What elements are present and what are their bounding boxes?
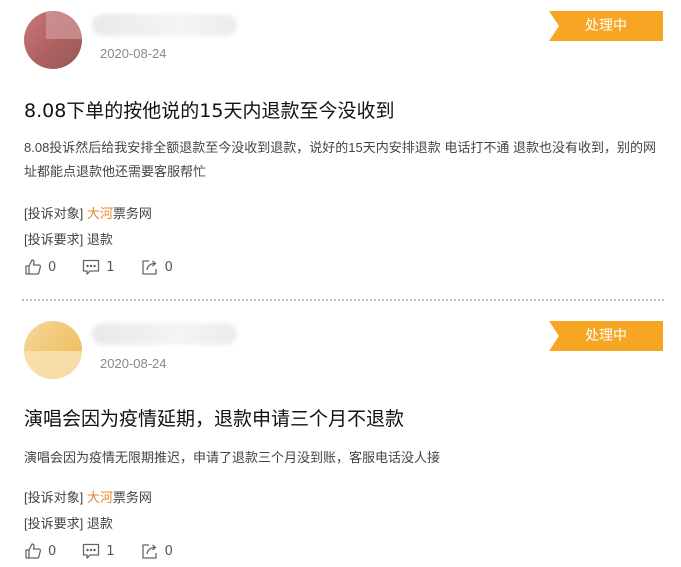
complaint-request: [投诉要求] 退款 [24,229,113,248]
share-count: 0 [164,259,173,275]
share-icon [141,544,157,559]
post-date: 2020-08-24 [100,356,167,371]
like-button[interactable]: 0 [24,542,56,560]
complaint-request: [投诉要求] 退款 [24,513,113,532]
complaint-target: [投诉对象] 大河票务网 [24,487,152,506]
target-label: [投诉对象] [24,490,84,505]
share-button[interactable]: 0 [141,542,173,560]
comment-button[interactable]: 1 [82,258,115,276]
target-highlight[interactable]: 大河 [87,490,113,505]
request-value: 退款 [86,232,113,247]
avatar[interactable] [24,321,82,379]
target-name: 票务网 [112,206,152,221]
action-bar: 0 1 0 [24,258,173,276]
complaint-card[interactable]: 2020-08-24 处理中 演唱会因为疫情延期，退款申请三个月不退款 演唱会因… [0,300,681,567]
complaint-body: 8.08投诉然后给我安排全额退款至今没收到退款，说好的15天内安排退款 电话打不… [24,140,656,179]
request-label: [投诉要求] [24,516,84,531]
action-bar: 0 1 0 [24,542,173,560]
comment-button[interactable]: 1 [82,542,115,560]
status-badge: 处理中 [549,11,663,41]
thumbs-up-icon [25,543,42,559]
complaint-card[interactable]: 2020-08-24 处理中 8.08下单的按他说的15天内退款至今没收到 8.… [0,0,681,300]
blurred-username [92,14,237,36]
target-highlight[interactable]: 大河 [87,206,113,221]
request-value: 退款 [86,516,113,531]
thumbs-up-icon [25,259,42,275]
comment-icon [83,259,100,275]
comment-icon [83,543,100,559]
like-button[interactable]: 0 [24,258,56,276]
complaint-body: 演唱会因为疫情无限期推迟，申请了退款三个月没到账，客服电话没人接 [24,450,441,465]
like-count: 0 [48,259,57,275]
share-icon [141,260,157,275]
like-count: 0 [48,543,57,559]
target-name: 票务网 [112,490,152,505]
complaint-target: [投诉对象] 大河票务网 [24,203,152,222]
share-count: 0 [164,543,173,559]
share-button[interactable]: 0 [141,258,173,276]
comment-count: 1 [106,259,115,275]
blurred-username [92,323,237,345]
target-label: [投诉对象] [24,206,84,221]
comment-count: 1 [106,543,115,559]
status-badge: 处理中 [549,321,663,351]
post-date: 2020-08-24 [100,46,167,61]
avatar[interactable] [24,11,82,69]
complaint-title[interactable]: 演唱会因为疫情延期，退款申请三个月不退款 [24,404,404,431]
request-label: [投诉要求] [24,232,84,247]
complaint-title[interactable]: 8.08下单的按他说的15天内退款至今没收到 [24,96,394,123]
